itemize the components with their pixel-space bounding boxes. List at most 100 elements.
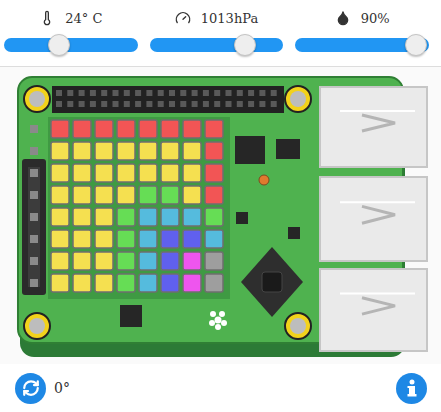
- led: [139, 208, 157, 226]
- led: [95, 252, 113, 270]
- slider-thumb[interactable]: [405, 34, 427, 56]
- led: [51, 120, 69, 138]
- led: [183, 164, 201, 182]
- led: [51, 230, 69, 248]
- led: [183, 230, 201, 248]
- led: [183, 274, 201, 292]
- humidity-icon: [335, 10, 351, 26]
- sensor-reading: 1013hPa: [150, 8, 284, 28]
- usb-port: [320, 87, 427, 167]
- sensor-reading: 90%: [295, 8, 429, 28]
- rotation-control: 0°: [15, 373, 70, 404]
- led: [139, 120, 157, 138]
- led: [161, 142, 179, 160]
- led: [117, 142, 135, 160]
- rotate-icon: [22, 379, 40, 397]
- led: [95, 120, 113, 138]
- bottom-bar: 0°: [0, 364, 441, 412]
- led: [205, 208, 223, 226]
- mounting-hole: [24, 313, 50, 339]
- led: [95, 164, 113, 182]
- led: [73, 252, 91, 270]
- led: [117, 274, 135, 292]
- sensor-control: 1013hPa: [150, 8, 284, 66]
- led: [51, 252, 69, 270]
- led: [73, 120, 91, 138]
- thermometer-icon: [39, 10, 55, 26]
- led: [51, 142, 69, 160]
- led: [161, 274, 179, 292]
- led: [205, 164, 223, 182]
- led: [183, 208, 201, 226]
- led: [73, 208, 91, 226]
- raspberry-pi-board: [0, 67, 441, 364]
- sensor-reading: 24° C: [4, 8, 138, 28]
- led: [117, 164, 135, 182]
- led: [95, 230, 113, 248]
- led: [95, 274, 113, 292]
- led: [205, 120, 223, 138]
- sensor-bar: 24° C 1013hPa 90%: [0, 0, 441, 67]
- led: [139, 142, 157, 160]
- info-button[interactable]: [396, 373, 427, 404]
- sensor-slider[interactable]: [150, 38, 284, 52]
- led: [117, 230, 135, 248]
- led: [139, 274, 157, 292]
- led: [95, 186, 113, 204]
- led: [139, 230, 157, 248]
- led: [183, 186, 201, 204]
- slider-thumb[interactable]: [48, 34, 70, 56]
- gauge-icon: [175, 10, 191, 26]
- led: [139, 252, 157, 270]
- led: [95, 142, 113, 160]
- led: [161, 164, 179, 182]
- led: [205, 186, 223, 204]
- mounting-hole: [285, 86, 311, 112]
- led: [205, 142, 223, 160]
- led: [161, 252, 179, 270]
- joystick[interactable]: [241, 247, 303, 317]
- led: [161, 230, 179, 248]
- raspberry-logo-icon: [209, 311, 227, 330]
- led: [183, 120, 201, 138]
- usb-port: [320, 177, 427, 261]
- led: [205, 230, 223, 248]
- led: [161, 186, 179, 204]
- led: [117, 208, 135, 226]
- led: [117, 120, 135, 138]
- led: [51, 186, 69, 204]
- led: [139, 186, 157, 204]
- sensor-control: 90%: [295, 8, 429, 66]
- rotate-button[interactable]: [15, 373, 46, 404]
- sensor-slider[interactable]: [4, 38, 138, 52]
- led: [51, 164, 69, 182]
- led: [73, 186, 91, 204]
- rotation-reading: 0°: [54, 380, 70, 396]
- mounting-hole: [285, 313, 311, 339]
- led: [183, 142, 201, 160]
- led: [205, 252, 223, 270]
- led: [73, 142, 91, 160]
- led: [205, 274, 223, 292]
- led: [117, 252, 135, 270]
- led: [73, 274, 91, 292]
- sensor-control: 24° C: [4, 8, 138, 66]
- led: [51, 274, 69, 292]
- board-view: [0, 67, 441, 364]
- info-icon: [405, 379, 419, 397]
- led: [73, 164, 91, 182]
- led: [161, 120, 179, 138]
- led: [51, 208, 69, 226]
- mounting-hole: [24, 86, 50, 112]
- sense-hat-emulator: 24° C 1013hPa 90% 0°: [0, 0, 441, 412]
- led: [117, 186, 135, 204]
- led: [73, 230, 91, 248]
- slider-thumb[interactable]: [234, 34, 256, 56]
- led: [183, 252, 201, 270]
- gpio-header: [52, 86, 284, 113]
- led: [95, 208, 113, 226]
- usb-port: [320, 269, 427, 351]
- led: [161, 208, 179, 226]
- led: [139, 164, 157, 182]
- sensor-slider[interactable]: [295, 38, 429, 52]
